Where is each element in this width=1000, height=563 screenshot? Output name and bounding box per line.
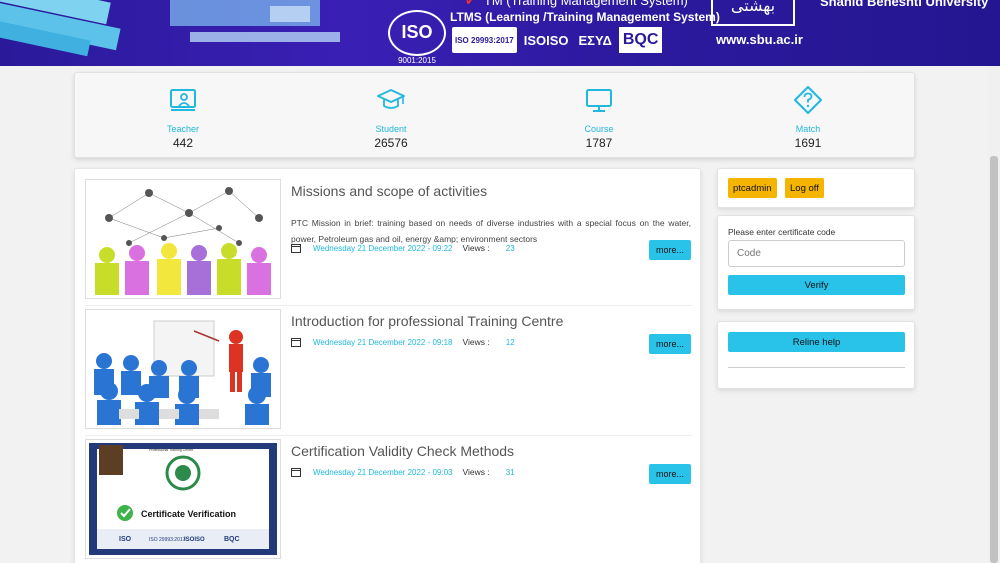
help-button[interactable]: Reline help	[728, 332, 905, 352]
views-label: Views :	[462, 337, 490, 347]
system-title: ✔ TM (Training Management System)	[465, 0, 688, 9]
stats-panel: Teacher 442 Student 26576 Course 1787 Ma…	[74, 72, 915, 158]
question-diamond-icon	[794, 86, 822, 114]
stat-course: Course 1787	[519, 85, 679, 150]
laptop-illustration	[170, 0, 340, 42]
stat-match: Match 1691	[728, 85, 888, 150]
article-item: Introduction for professional Training C…	[85, 309, 692, 431]
iso-logo-text: ISO	[401, 22, 433, 42]
article-thumbnail[interactable]	[85, 179, 281, 299]
scrollbar-thumb[interactable]	[990, 156, 998, 563]
article-meta: Wednesday 21 December 2022 - 09:03 Views…	[291, 467, 515, 477]
stat-value: 26576	[374, 136, 408, 150]
calendar-icon	[291, 338, 301, 347]
calendar-icon	[291, 468, 301, 477]
page-scrollbar[interactable]	[988, 66, 1000, 563]
thumb-top-label: Professional Training Centre	[149, 448, 193, 452]
calendar-icon	[291, 244, 301, 253]
views-count: 12	[505, 337, 515, 347]
article-date: Wednesday 21 December 2022 - 09:22	[313, 243, 453, 253]
article-item: Missions and scope of activities PTC Mis…	[85, 179, 692, 301]
username-button[interactable]: ptcadmin	[728, 178, 777, 198]
certificate-code-input[interactable]	[728, 240, 905, 267]
articles-panel: Missions and scope of activities PTC Mis…	[74, 168, 701, 563]
article-title[interactable]: Missions and scope of activities	[291, 183, 487, 199]
more-button[interactable]: more...	[649, 464, 691, 484]
article-thumbnail[interactable]	[85, 309, 281, 429]
books-illustration	[0, 0, 121, 57]
divider	[728, 367, 905, 368]
stat-label: Teacher	[166, 124, 200, 134]
svg-text:ISO 29993:2017: ISO 29993:2017	[149, 537, 186, 543]
views-label: Views :	[462, 243, 490, 253]
article-meta: Wednesday 21 December 2022 - 09:22 Views…	[291, 243, 515, 253]
website-link[interactable]: www.sbu.ac.ir	[716, 32, 803, 47]
more-button[interactable]: more...	[649, 334, 691, 354]
article-date: Wednesday 21 December 2022 - 09:18	[313, 337, 453, 347]
stat-label: Student	[375, 124, 407, 134]
stat-value: 1787	[585, 136, 613, 150]
stat-value: 1691	[794, 136, 822, 150]
esyd-logo-icon: ΕΣΥΔ	[578, 32, 612, 48]
network-people-image	[89, 183, 277, 295]
views-count: 23	[505, 243, 515, 253]
svg-text:BQC: BQC	[224, 536, 240, 543]
divider	[85, 435, 692, 436]
svg-text:ISO: ISO	[119, 536, 132, 543]
stat-value: 442	[172, 136, 194, 150]
stat-label: Match	[795, 124, 821, 134]
stat-label: Course	[584, 124, 614, 134]
article-title[interactable]: Certification Validity Check Methods	[291, 443, 514, 459]
university-name: Shahid Beheshti University	[820, 0, 989, 9]
certificate-label: Please enter certificate code	[728, 227, 836, 237]
classroom-image	[89, 313, 277, 425]
stat-teacher: Teacher 442	[103, 85, 263, 150]
certificate-verification-image: Professional Training Centre Certificate…	[89, 443, 277, 555]
header-banner: ✔ TM (Training Management System) LTMS (L…	[0, 0, 1000, 66]
stat-student: Student 26576	[311, 85, 471, 150]
certificate-panel: Please enter certificate code Verify	[717, 215, 915, 310]
university-logo-icon: بهشتی	[711, 0, 795, 26]
logout-button[interactable]: Log off	[785, 178, 824, 198]
views-label: Views :	[462, 467, 490, 477]
system-title-text: TM (Training Management System)	[483, 0, 688, 8]
graduation-cap-icon	[377, 89, 405, 109]
help-panel: Reline help	[717, 321, 915, 389]
certification-logos: ISO 29993:2017 ISOISO ΕΣΥΔ BQC	[452, 26, 663, 54]
article-thumbnail[interactable]: Professional Training Centre Certificate…	[85, 439, 281, 559]
ltms-title: LTMS (Learning /Training Management Syst…	[450, 10, 720, 24]
teacher-monitor-icon	[170, 89, 196, 111]
article-item: Professional Training Centre Certificate…	[85, 439, 692, 561]
bqc-logo: BQC	[618, 27, 663, 53]
check-icon: ✔	[465, 0, 476, 8]
thumb-caption: Certificate Verification	[141, 509, 236, 519]
verify-button[interactable]: Verify	[728, 275, 905, 295]
iso-29993-badge: ISO 29993:2017	[452, 27, 517, 53]
iso-logo-number: 9001:2015	[398, 56, 436, 65]
divider	[85, 305, 692, 306]
monitor-icon	[586, 89, 612, 112]
iso-pair-badge: ISOISO	[523, 32, 569, 48]
article-title[interactable]: Introduction for professional Training C…	[291, 313, 563, 329]
iso-logo: ISO 9001:2015	[388, 10, 446, 65]
article-date: Wednesday 21 December 2022 - 09:03	[313, 467, 453, 477]
svg-text:ISOISO: ISOISO	[184, 537, 205, 543]
more-button[interactable]: more...	[649, 240, 691, 260]
user-panel: ptcadmin Log off	[717, 168, 915, 208]
views-count: 31	[505, 467, 515, 477]
article-meta: Wednesday 21 December 2022 - 09:18 Views…	[291, 337, 515, 347]
